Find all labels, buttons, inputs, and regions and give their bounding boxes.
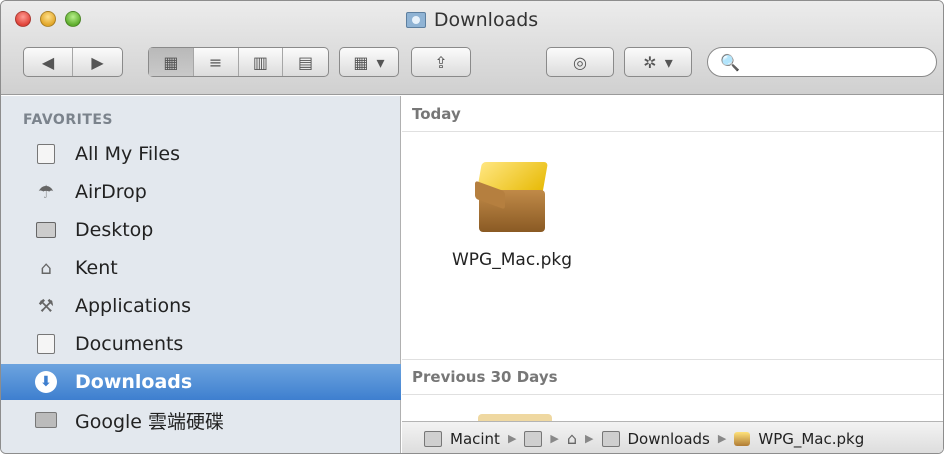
coverflow-view-icon: ▤ — [298, 52, 314, 72]
path-bar: Macint ▶ ▶ ⌂ ▶ Downloads ▶ WPG_Mac.pkg — [402, 421, 943, 453]
sidebar-item-applications[interactable]: ⚒ Applications — [1, 288, 401, 324]
arrange-button[interactable]: ▦ ▾ — [339, 47, 399, 77]
documents-icon — [35, 333, 57, 355]
sidebar-item-label: Kent — [75, 257, 118, 279]
toolbar: Downloads ◀ ▶ ▦ ≡ ▥ ▤ ▦ ▾ ⇪ ◎ ✲ ▾ 🔍 — [1, 1, 943, 95]
window-title: Downloads — [1, 9, 943, 31]
path-separator: ▶ — [717, 432, 727, 445]
sidebar-item-all-my-files[interactable]: All My Files — [1, 136, 401, 172]
chevron-down-icon: ▾ — [664, 52, 673, 72]
arrange-icon: ▦ — [353, 52, 369, 72]
sidebar-item-downloads[interactable]: ⬇ Downloads — [1, 364, 401, 400]
folder-icon — [35, 409, 57, 431]
share-button[interactable]: ⇪ — [411, 47, 471, 77]
navigation-buttons: ◀ ▶ — [23, 47, 123, 77]
search-input[interactable] — [745, 53, 926, 71]
sidebar-item-label: Documents — [75, 333, 184, 355]
path-item-disk[interactable]: Macint — [450, 430, 500, 448]
package-icon — [734, 431, 751, 446]
column-view-button[interactable]: ▥ — [239, 48, 284, 76]
airdrop-icon: ☂ — [37, 181, 55, 203]
forward-icon: ▶ — [91, 52, 104, 72]
all-files-icon — [35, 143, 57, 165]
applications-icon: ⚒ — [37, 295, 55, 317]
sidebar-item-documents[interactable]: Documents — [1, 326, 401, 362]
back-button[interactable]: ◀ — [24, 48, 74, 76]
coverflow-view-button[interactable]: ▤ — [283, 48, 328, 76]
gear-icon: ✲ — [643, 52, 657, 72]
sidebar-item-label: Applications — [75, 295, 192, 317]
disk-icon — [424, 430, 442, 447]
view-buttons: ▦ ≡ ▥ ▤ — [148, 47, 329, 77]
sidebar-item-label: Downloads — [75, 371, 193, 393]
sidebar-item-airdrop[interactable]: ☂ AirDrop — [1, 174, 401, 210]
sidebar-item-label: AirDrop — [75, 181, 147, 203]
list-view-icon: ≡ — [208, 52, 223, 72]
sidebar-item-desktop[interactable]: Desktop — [1, 212, 401, 248]
share-icon: ⇪ — [434, 52, 448, 72]
downloads-folder-icon — [601, 430, 620, 447]
file-browser: Today WPG_Mac.pkg Previous 30 Days Macin… — [402, 96, 943, 453]
column-view-icon: ▥ — [252, 52, 268, 72]
sidebar: FAVORITES All My Files ☂ AirDrop Desktop… — [1, 96, 401, 453]
home-icon[interactable]: ⌂ — [567, 429, 577, 448]
path-separator: ▶ — [550, 432, 559, 445]
sidebar-item-label: Google 雲端硬碟 — [75, 410, 225, 433]
icon-view-button[interactable]: ▦ — [149, 48, 194, 76]
path-separator: ▶ — [585, 432, 594, 445]
sidebar-item-google-drive[interactable]: Google 雲端硬碟 — [1, 402, 401, 438]
sidebar-item-label: All My Files — [75, 143, 180, 165]
action-button[interactable]: ✲ ▾ — [624, 47, 692, 77]
downloads-icon: ⬇ — [35, 371, 57, 393]
list-view-button[interactable]: ≡ — [194, 48, 239, 76]
back-icon: ◀ — [41, 52, 55, 72]
path-separator: ▶ — [507, 432, 517, 445]
icon-view-icon: ▦ — [163, 52, 179, 72]
file-item[interactable]: WPG_Mac.pkg — [442, 156, 582, 270]
package-icon — [471, 156, 553, 238]
section-header-today: Today — [402, 96, 943, 132]
downloads-folder-icon — [405, 12, 426, 28]
quick-look-button[interactable]: ◎ — [546, 47, 614, 77]
home-icon: ⌂ — [40, 257, 52, 279]
chevron-down-icon: ▾ — [376, 52, 385, 72]
finder-window: Downloads ◀ ▶ ▦ ≡ ▥ ▤ ▦ ▾ ⇪ ◎ ✲ ▾ 🔍 FAVO… — [0, 0, 944, 454]
desktop-icon — [35, 219, 57, 241]
path-item-downloads[interactable]: Downloads — [628, 430, 710, 448]
favorites-header: FAVORITES — [23, 112, 114, 128]
search-icon: 🔍 — [720, 52, 740, 72]
sidebar-item-label: Desktop — [75, 219, 154, 241]
file-name: WPG_Mac.pkg — [452, 250, 572, 270]
forward-button[interactable]: ▶ — [73, 48, 122, 76]
eye-icon: ◎ — [573, 52, 587, 72]
folder-icon[interactable] — [524, 430, 543, 447]
window-title-text: Downloads — [433, 9, 539, 31]
sidebar-item-kent[interactable]: ⌂ Kent — [1, 250, 401, 286]
path-item-file[interactable]: WPG_Mac.pkg — [758, 430, 864, 448]
section-header-previous-30-days: Previous 30 Days — [402, 359, 943, 395]
search-field[interactable]: 🔍 — [707, 47, 937, 77]
